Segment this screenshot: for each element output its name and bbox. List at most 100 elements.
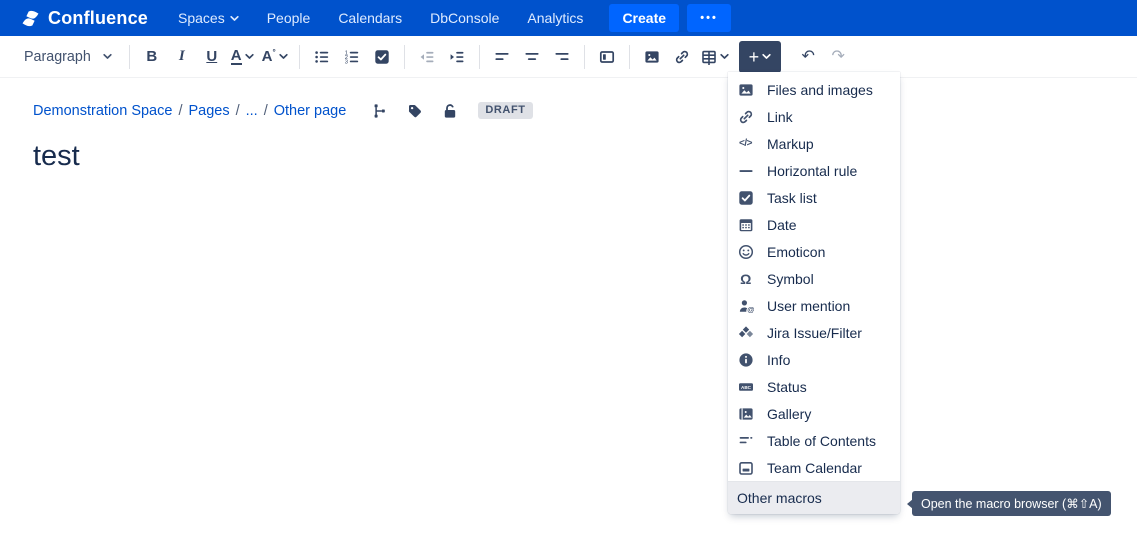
indent-button[interactable] bbox=[442, 41, 472, 73]
chevron-down-icon bbox=[245, 53, 254, 60]
menu-item-label: Emoticon bbox=[767, 244, 825, 260]
menu-item-status[interactable]: ABCStatus bbox=[728, 373, 900, 400]
menu-item-other-macros[interactable]: Other macros bbox=[728, 481, 900, 514]
files-and-images-icon bbox=[737, 82, 754, 98]
outdent-button bbox=[412, 41, 442, 73]
nav-item-label: Spaces bbox=[178, 10, 225, 26]
task-list-button[interactable] bbox=[367, 41, 397, 73]
text-color-button[interactable]: A bbox=[227, 41, 258, 73]
chevron-down-icon bbox=[720, 53, 729, 60]
insert-table-button[interactable] bbox=[697, 41, 733, 73]
more-formatting-button[interactable]: A° bbox=[258, 41, 292, 73]
macro-browser-tooltip: Open the macro browser (⌘⇧A) bbox=[912, 491, 1111, 516]
more-formatting-icon: A° bbox=[262, 49, 276, 64]
menu-item-jira-issue-filter[interactable]: Jira Issue/Filter bbox=[728, 319, 900, 346]
align-center-button[interactable] bbox=[517, 41, 547, 73]
insert-link-button[interactable] bbox=[667, 41, 697, 73]
menu-item-label: Info bbox=[767, 352, 790, 368]
menu-item-label: Table of Contents bbox=[767, 433, 876, 449]
menu-item-emoticon[interactable]: Emoticon bbox=[728, 238, 900, 265]
align-right-icon bbox=[554, 49, 570, 65]
text-color-icon: A bbox=[231, 48, 242, 65]
nav-more-button[interactable]: ••• bbox=[687, 4, 731, 32]
insert-link-icon bbox=[674, 49, 690, 65]
breadcrumb-item-demonstration-space[interactable]: Demonstration Space bbox=[33, 103, 172, 119]
breadcrumb-separator: / bbox=[178, 103, 182, 119]
nav-menu: Spaces People Calendars DbConsole Analytics bbox=[178, 10, 583, 26]
paragraph-style-select[interactable]: Paragraph bbox=[14, 41, 122, 73]
menu-item-table-of-contents[interactable]: Table of Contents bbox=[728, 427, 900, 454]
bold-button[interactable]: B bbox=[137, 41, 167, 73]
menu-item-label: Task list bbox=[767, 190, 817, 206]
menu-item-label: Gallery bbox=[767, 406, 811, 422]
bullet-list-button[interactable] bbox=[307, 41, 337, 73]
label-icon[interactable] bbox=[407, 103, 423, 119]
menu-item-horizontal-rule[interactable]: Horizontal rule bbox=[728, 157, 900, 184]
symbol-icon: Ω bbox=[737, 272, 754, 286]
top-nav: Confluence Spaces People Calendars DbConsol… bbox=[0, 0, 1137, 36]
undo-button[interactable]: ↶ bbox=[793, 41, 823, 73]
redo-icon: ↷ bbox=[831, 49, 844, 65]
menu-item-label: User mention bbox=[767, 298, 850, 314]
underline-button[interactable]: U bbox=[197, 41, 227, 73]
insert-image-button[interactable] bbox=[637, 41, 667, 73]
insert-table-icon bbox=[701, 49, 717, 65]
table-of-contents-icon bbox=[737, 433, 754, 449]
menu-item-gallery[interactable]: Gallery bbox=[728, 400, 900, 427]
insert-plus-button[interactable]: + bbox=[739, 41, 782, 73]
menu-item-symbol[interactable]: ΩSymbol bbox=[728, 265, 900, 292]
bold-icon: B bbox=[146, 49, 157, 64]
chevron-down-icon bbox=[230, 15, 239, 22]
nav-item-label: DbConsole bbox=[430, 10, 499, 26]
align-right-button[interactable] bbox=[547, 41, 577, 73]
page-layout-button[interactable] bbox=[592, 41, 622, 73]
toolbar-divider bbox=[629, 45, 630, 69]
info-icon bbox=[737, 352, 754, 368]
breadcrumb-item-pages[interactable]: Pages bbox=[188, 103, 229, 119]
nav-item-people[interactable]: People bbox=[267, 10, 311, 26]
menu-item-date[interactable]: Date bbox=[728, 211, 900, 238]
svg-text:ABC: ABC bbox=[741, 384, 752, 389]
page-title[interactable]: test bbox=[33, 140, 1137, 173]
user-mention-icon: @ bbox=[737, 298, 754, 314]
menu-item-task-list[interactable]: Task list bbox=[728, 184, 900, 211]
align-left-button[interactable] bbox=[487, 41, 517, 73]
breadcrumb-item-other-page[interactable]: Other page bbox=[274, 103, 347, 119]
confluence-logo[interactable]: Confluence bbox=[20, 8, 148, 29]
bullet-list-icon bbox=[314, 49, 330, 65]
nav-item-label: People bbox=[267, 10, 311, 26]
numbered-list-button[interactable]: 123 bbox=[337, 41, 367, 73]
italic-icon: I bbox=[179, 49, 185, 64]
nav-item-dbconsole[interactable]: DbConsole bbox=[430, 10, 499, 26]
menu-item-label: Horizontal rule bbox=[767, 163, 857, 179]
indent-icon bbox=[449, 49, 465, 65]
page-actions bbox=[372, 103, 458, 119]
create-button[interactable]: Create bbox=[609, 4, 679, 32]
menu-item-team-calendar[interactable]: Team Calendar bbox=[728, 454, 900, 481]
menu-item-link[interactable]: Link bbox=[728, 103, 900, 130]
menu-item-markup[interactable]: </>Markup bbox=[728, 130, 900, 157]
toolbar-divider bbox=[404, 45, 405, 69]
status-icon: ABC bbox=[737, 379, 754, 395]
menu-item-user-mention[interactable]: @ User mention bbox=[728, 292, 900, 319]
menu-item-label: Link bbox=[767, 109, 793, 125]
insert-menu: Files and images Link </>Markup Horizontal … bbox=[728, 72, 900, 514]
breadcrumb-item-[interactable]: ... bbox=[246, 103, 258, 119]
nav-item-analytics[interactable]: Analytics bbox=[527, 10, 583, 26]
toolbar-divider bbox=[129, 45, 130, 69]
toolbar-divider bbox=[584, 45, 585, 69]
italic-button[interactable]: I bbox=[167, 41, 197, 73]
nav-item-calendars[interactable]: Calendars bbox=[338, 10, 402, 26]
unlock-icon[interactable] bbox=[442, 103, 458, 119]
menu-item-info[interactable]: Info bbox=[728, 346, 900, 373]
paragraph-style-label: Paragraph bbox=[24, 49, 91, 65]
menu-item-files-and-images[interactable]: Files and images bbox=[728, 76, 900, 103]
undo-icon: ↶ bbox=[801, 49, 814, 65]
toolbar-divider bbox=[299, 45, 300, 69]
page-tree-icon[interactable] bbox=[372, 103, 388, 119]
nav-item-label: Analytics bbox=[527, 10, 583, 26]
nav-item-spaces[interactable]: Spaces bbox=[178, 10, 239, 26]
ellipsis-icon: ••• bbox=[700, 12, 718, 24]
breadcrumb-row: Demonstration Space/Pages/.../Other page… bbox=[33, 102, 1137, 119]
svg-text:3: 3 bbox=[344, 59, 347, 65]
